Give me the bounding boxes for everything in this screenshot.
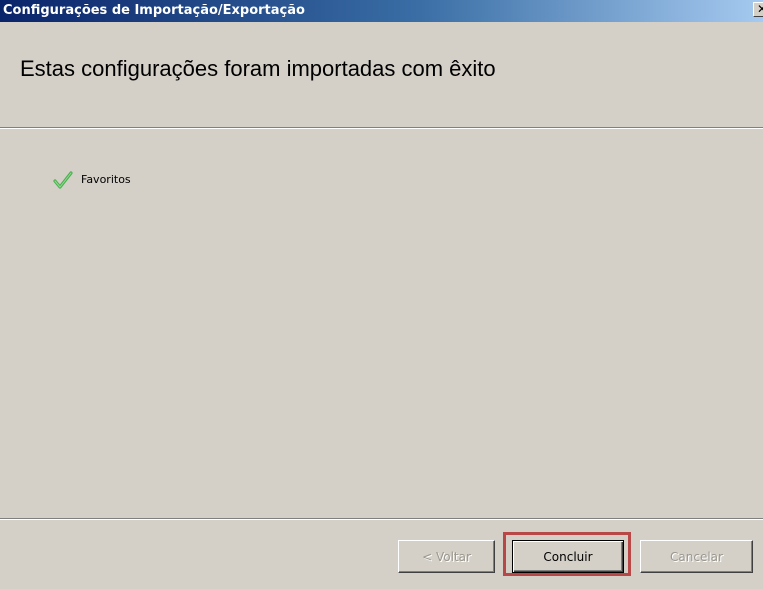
check-icon (53, 171, 73, 189)
list-item: Favoritos (53, 170, 253, 192)
item-label: Favoritos (81, 173, 131, 186)
title-bar[interactable]: Configurações de Importação/Exportação ✕ (0, 0, 763, 22)
header-divider (0, 127, 763, 129)
back-button[interactable]: < Voltar (398, 540, 495, 573)
window-title: Configurações de Importação/Exportação (3, 3, 305, 18)
highlight-box (503, 532, 631, 576)
close-button[interactable]: ✕ (753, 2, 763, 17)
footer-divider (0, 518, 763, 520)
wizard-header: Estas configurações foram importadas com… (0, 22, 763, 126)
import-export-dialog: Configurações de Importação/Exportação ✕… (0, 0, 763, 589)
page-title: Estas configurações foram importadas com… (20, 56, 496, 81)
cancel-button[interactable]: Cancelar (640, 540, 753, 573)
close-icon: ✕ (757, 2, 763, 16)
